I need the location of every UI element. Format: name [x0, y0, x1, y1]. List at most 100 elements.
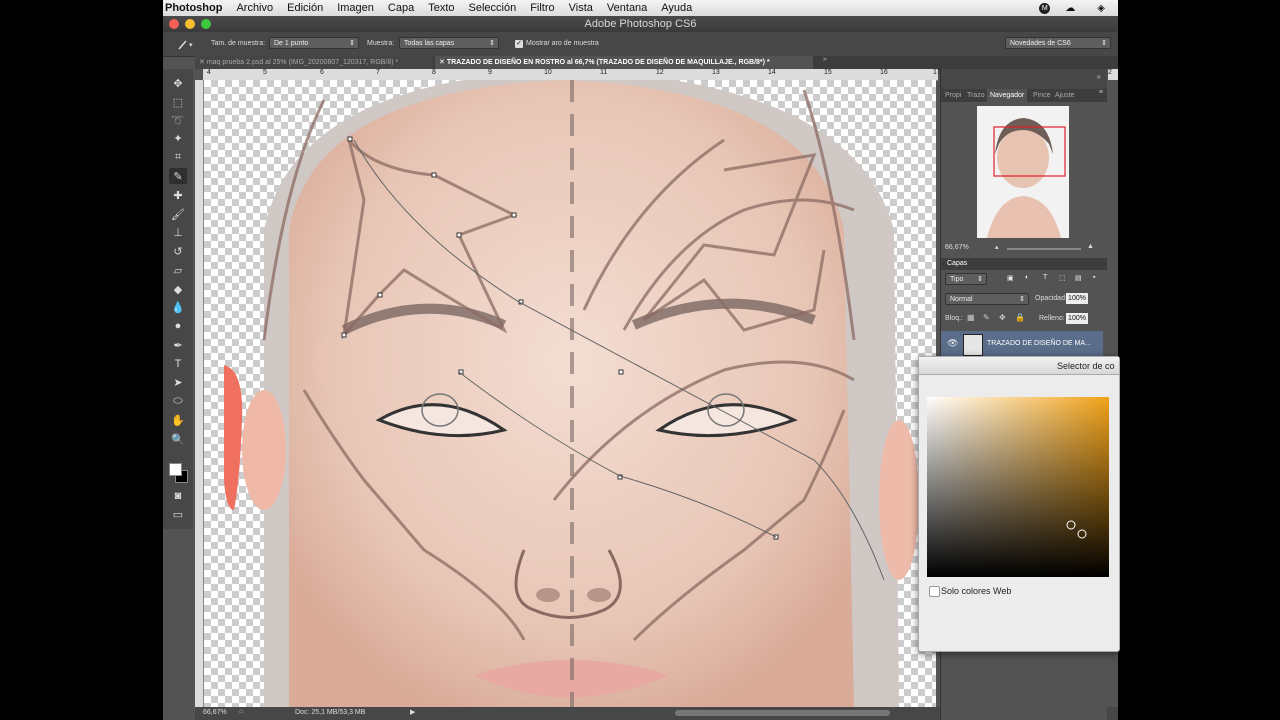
- menu-archivo[interactable]: Archivo: [229, 2, 280, 14]
- layer-row[interactable]: 👁 TRAZADO DE DISEÑO DE MA...: [941, 331, 1103, 357]
- panel-dock-header: »: [941, 69, 1107, 89]
- menu-filtro[interactable]: Filtro: [523, 2, 561, 14]
- web-colors-checkbox[interactable]: [929, 586, 940, 597]
- lock-label: Bloq.:: [945, 315, 963, 322]
- filter-toggle-icon[interactable]: ▪: [1093, 274, 1095, 281]
- status-menu-arrow-icon[interactable]: ▶: [410, 708, 415, 716]
- menu-texto[interactable]: Texto: [421, 2, 461, 14]
- zoom-out-icon[interactable]: ▴: [995, 243, 999, 251]
- color-picker-title: Selector de co: [1057, 361, 1115, 371]
- filter-shape-icon[interactable]: ⬚: [1059, 274, 1066, 282]
- tabs-overflow-icon[interactable]: »: [823, 56, 827, 63]
- crop-tool-icon[interactable]: ⌗: [169, 149, 187, 165]
- eraser-tool-icon[interactable]: ▱: [169, 262, 187, 278]
- foreground-color-swatch[interactable]: [169, 463, 182, 476]
- fill-field[interactable]: 100%: [1066, 313, 1088, 324]
- document-canvas[interactable]: [204, 80, 936, 707]
- lock-pixels-icon[interactable]: ▦: [967, 313, 975, 322]
- tab-navegador[interactable]: Navegador: [987, 89, 1028, 102]
- navigator-zoom-value[interactable]: 66,67%: [945, 244, 969, 251]
- horizontal-scrollbar[interactable]: [675, 710, 890, 716]
- hand-tool-icon[interactable]: ✋: [169, 412, 187, 428]
- toolbox: ✥ ⬚ ➰ ✦ ⌗ ✎ ✚ 🖌 ⊥ ↺ ▱ ◆ 💧 ● ✒ T ➤ ⬭ ✋ 🔍 …: [163, 69, 193, 529]
- screen-mode-icon[interactable]: ▭: [169, 506, 187, 522]
- ruler-tick: 11: [600, 69, 608, 76]
- zoom-in-icon[interactable]: ▲: [1087, 243, 1094, 250]
- sample-select[interactable]: Todas las capas: [399, 37, 499, 50]
- layers-panel-title[interactable]: Capas: [941, 258, 1107, 270]
- menu-ayuda[interactable]: Ayuda: [654, 2, 699, 14]
- status-m-icon[interactable]: M: [1039, 2, 1051, 14]
- lock-move-icon[interactable]: ✥: [999, 313, 1006, 322]
- fill-label: Relleno:: [1039, 315, 1065, 322]
- zoom-tool-icon[interactable]: 🔍: [169, 431, 187, 447]
- marquee-tool-icon[interactable]: ⬚: [169, 94, 187, 110]
- app-menu[interactable]: Photoshop: [163, 2, 229, 14]
- type-tool-icon[interactable]: T: [169, 356, 187, 372]
- close-tab-icon[interactable]: ✕: [439, 59, 447, 66]
- quick-mask-icon[interactable]: ◙: [169, 488, 187, 504]
- ruler-tick: 14: [768, 69, 776, 76]
- ruler-tick: 4: [207, 69, 211, 76]
- color-marker[interactable]: [1066, 520, 1076, 530]
- tab-maq-prueba[interactable]: ✕ maq prueba 2.psd al 25% (IMG_20200607_…: [195, 56, 433, 69]
- tab-propiedades[interactable]: Propi: [945, 89, 961, 102]
- window-title: Adobe Photoshop CS6: [584, 18, 697, 30]
- face-artwork: [224, 80, 919, 707]
- menu-ventana[interactable]: Ventana: [600, 2, 654, 14]
- navigator-zoom-row: 66,67% ▴ ▲: [941, 243, 1107, 255]
- navigator-zoom-slider[interactable]: [1007, 248, 1081, 250]
- menu-edicion[interactable]: Edición: [280, 2, 330, 14]
- lasso-tool-icon[interactable]: ➰: [169, 112, 187, 128]
- paint-bucket-tool-icon[interactable]: ◆: [169, 281, 187, 297]
- menu-imagen[interactable]: Imagen: [330, 2, 381, 14]
- tab-trazado[interactable]: ✕ TRAZADO DE DISEÑO EN ROSTRO al 66,7% (…: [435, 56, 813, 69]
- show-ring-checkbox[interactable]: ✓: [515, 39, 523, 48]
- left-ear: [242, 390, 286, 510]
- healing-brush-tool-icon[interactable]: ✚: [169, 187, 187, 203]
- color-field[interactable]: [927, 397, 1109, 577]
- panel-menu-icon[interactable]: ≡: [1099, 89, 1103, 96]
- eyedropper-tool-icon[interactable]: ✎: [169, 168, 187, 184]
- history-brush-tool-icon[interactable]: ↺: [169, 243, 187, 259]
- horizontal-ruler-right: 2: [1108, 69, 1118, 80]
- filter-pixel-icon[interactable]: ▣: [1007, 274, 1014, 282]
- menu-capa[interactable]: Capa: [381, 2, 421, 14]
- shape-tool-icon[interactable]: ⬭: [169, 393, 187, 409]
- dropbox-icon[interactable]: ◈: [1090, 3, 1112, 14]
- filter-smart-icon[interactable]: ▤: [1075, 274, 1082, 282]
- tab-trazo[interactable]: Trazo: [967, 89, 985, 102]
- blur-tool-icon[interactable]: 💧: [169, 299, 187, 315]
- brush-tool-icon[interactable]: 🖌: [169, 206, 187, 222]
- clone-stamp-tool-icon[interactable]: ⊥: [169, 224, 187, 240]
- eyedropper-preset-icon[interactable]: ▾: [177, 37, 195, 50]
- lock-paint-icon[interactable]: ✎: [983, 313, 990, 322]
- share-icon[interactable]: ⌂: [239, 708, 243, 715]
- opacity-field[interactable]: 100%: [1066, 293, 1088, 304]
- workspace-select[interactable]: Novedades de CS6: [1005, 37, 1111, 50]
- pen-tool-icon[interactable]: ✒: [169, 337, 187, 353]
- blend-mode-select[interactable]: Normal: [945, 293, 1029, 306]
- filter-adjust-icon[interactable]: ◐: [1025, 274, 1029, 281]
- move-tool-icon[interactable]: ✥: [169, 75, 187, 91]
- visibility-eye-icon[interactable]: 👁: [947, 338, 958, 349]
- ruler-tick: 13: [712, 69, 720, 76]
- magic-wand-tool-icon[interactable]: ✦: [169, 130, 187, 146]
- cloud-icon[interactable]: ☁: [1058, 3, 1082, 14]
- path-selection-tool-icon[interactable]: ➤: [169, 374, 187, 390]
- collapse-panels-icon[interactable]: »: [1097, 72, 1101, 81]
- layers-filter-select[interactable]: Tipo: [945, 273, 987, 286]
- close-tab-icon[interactable]: ✕: [199, 59, 207, 66]
- show-ring-label: Mostrar aro de muestra: [526, 40, 599, 47]
- color-picker-titlebar[interactable]: Selector de co: [919, 357, 1119, 375]
- menu-vista[interactable]: Vista: [562, 2, 600, 14]
- dodge-tool-icon[interactable]: ●: [169, 318, 187, 334]
- sample-size-select[interactable]: De 1 punto: [269, 37, 359, 50]
- lock-all-icon[interactable]: 🔒: [1015, 313, 1025, 322]
- zoom-readout[interactable]: 66,67%: [203, 709, 227, 716]
- navigator-thumbnail[interactable]: [977, 106, 1069, 238]
- tab-pinceles[interactable]: Pince: [1033, 89, 1051, 102]
- menu-seleccion[interactable]: Selección: [462, 2, 524, 14]
- filter-type-icon[interactable]: T: [1043, 274, 1047, 281]
- tab-ajustes[interactable]: Ajuste: [1055, 89, 1074, 102]
